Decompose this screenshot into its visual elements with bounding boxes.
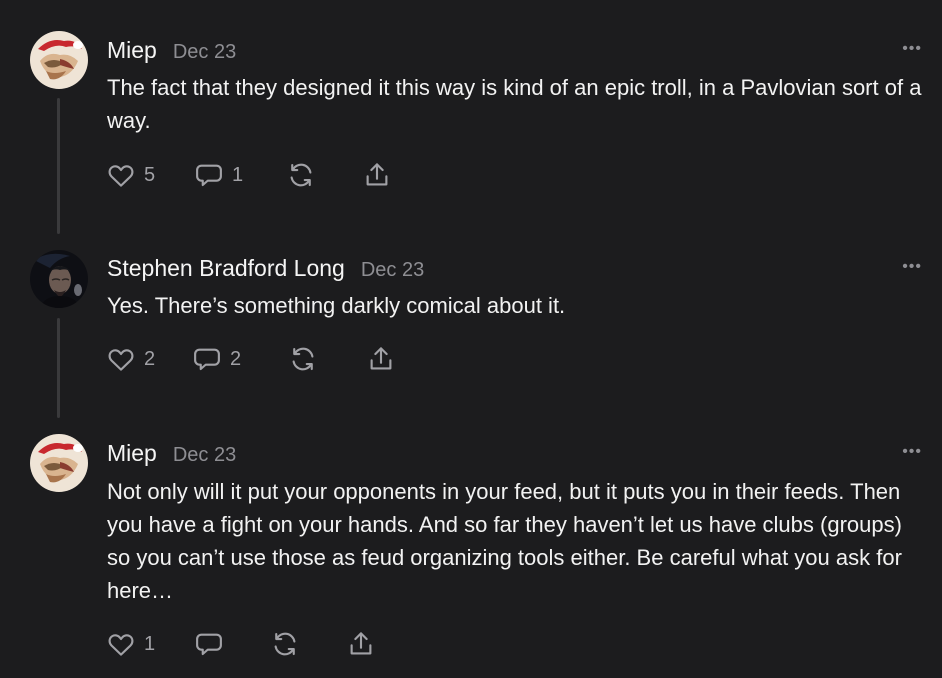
heart-icon — [108, 165, 134, 187]
reply-button[interactable] — [194, 629, 232, 659]
comment-header: Miep Dec 23 — [107, 440, 236, 467]
restack-icon — [290, 163, 312, 187]
share-button[interactable] — [366, 344, 396, 374]
restack-button[interactable] — [270, 629, 300, 659]
comment-header: Stephen Bradford Long Dec 23 — [107, 255, 424, 282]
thread-line — [57, 318, 60, 418]
like-count: 2 — [144, 347, 156, 370]
reply-button[interactable]: 1 — [194, 160, 243, 190]
author-name[interactable]: Miep — [107, 37, 157, 64]
reply-button[interactable]: 2 — [192, 344, 241, 374]
avatar[interactable] — [30, 434, 88, 492]
comment-text: The fact that they designed it this way … — [107, 75, 922, 133]
like-button[interactable]: 2 — [106, 344, 155, 374]
comment-date[interactable]: Dec 23 — [361, 259, 424, 282]
comment-text: Yes. There’s something darkly comical ab… — [107, 293, 566, 318]
comment-icon — [196, 164, 222, 187]
avatar[interactable] — [30, 250, 88, 308]
like-button[interactable]: 1 — [106, 629, 155, 659]
avatar[interactable] — [30, 31, 88, 89]
like-button[interactable]: 5 — [106, 160, 155, 190]
restack-icon — [274, 632, 296, 656]
like-count: 5 — [144, 163, 156, 186]
share-button[interactable] — [362, 160, 392, 190]
share-icon — [370, 347, 392, 370]
comment-header: Miep Dec 23 — [107, 37, 236, 64]
more-options-icon[interactable]: ••• — [902, 444, 922, 460]
share-button[interactable] — [346, 629, 376, 659]
restack-icon — [292, 347, 314, 371]
share-icon — [350, 632, 372, 655]
comment-icon — [196, 633, 222, 656]
reply-count: 1 — [232, 163, 244, 186]
comment-date[interactable]: Dec 23 — [173, 41, 236, 64]
more-options-icon[interactable]: ••• — [902, 259, 922, 275]
thread-line — [57, 98, 60, 234]
like-count: 1 — [144, 632, 156, 655]
restack-button[interactable] — [286, 160, 316, 190]
comment-text: Not only will it put your opponents in y… — [107, 479, 902, 603]
restack-button[interactable] — [288, 344, 318, 374]
comment-date[interactable]: Dec 23 — [173, 444, 236, 467]
author-name[interactable]: Miep — [107, 440, 157, 467]
heart-icon — [108, 634, 134, 656]
more-options-icon[interactable]: ••• — [902, 41, 922, 57]
heart-icon — [108, 349, 134, 371]
comment-thread: Miep Dec 23 ••• The fact that they desig… — [0, 0, 942, 678]
reply-count: 2 — [230, 347, 242, 370]
comment-icon — [194, 348, 220, 371]
share-icon — [366, 163, 388, 186]
author-name[interactable]: Stephen Bradford Long — [107, 255, 345, 282]
